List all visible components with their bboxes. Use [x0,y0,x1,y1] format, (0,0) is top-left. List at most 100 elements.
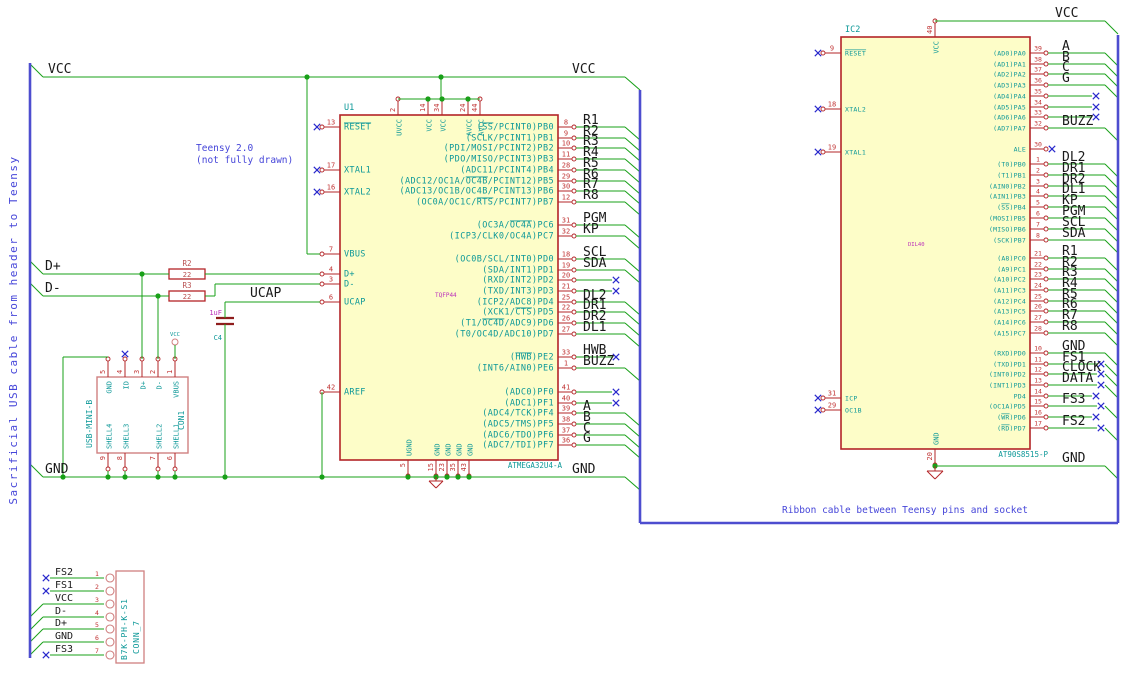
schematic-canvas: (SS/PCINT0)PB0 8 R1(SCLK/PCINT1)PB1 9 R2(PDI… [7,6,1120,664]
pin-name: (PDI/MOSI/PCINT2)PB2 [444,144,554,154]
junction-dot [319,474,325,480]
pin-name: (ICP3/CLK0/OC4A)PC7 [449,232,554,242]
pin-name: (OC1A)PD5 [989,403,1026,411]
pin-end [571,331,577,337]
pin-end [1043,350,1049,356]
pin-name: (OC0B/SCL/INT0)PD0 [455,255,554,265]
pin-name: (T0/OC4D/ADC10)PD7 [455,330,554,340]
pin-number: 32 [1034,120,1042,128]
pin-name: AVCC [466,119,474,136]
pin-name: GND [106,381,114,394]
pin-end [1043,382,1049,388]
net-label: VCC [55,593,73,604]
pin-end [1043,146,1049,152]
pin-number: 14 [1034,388,1042,396]
conn7-name: B7K-PH-K-S1 [120,598,129,660]
pin-name: (A13)PC5 [993,308,1026,316]
pin-number: 6 [166,456,174,460]
net-label: D+ [55,618,67,629]
pin-end [1043,276,1049,282]
net-label: VCC [1055,6,1078,21]
pin-name: SHELL4 [106,424,114,449]
pin-name: UGND [406,439,414,456]
pin-number: 5 [1036,199,1040,207]
pin-end [1043,361,1049,367]
pin-end [1043,266,1049,272]
pin-name: (A9)PC1 [997,266,1026,274]
conn7-pin-circle [105,624,115,634]
pin-end [571,354,577,360]
pin-number: 38 [562,416,570,424]
pin-name: (ADC0)PF0 [504,388,554,398]
net-label: DATA [1062,371,1093,386]
junction-dot [122,474,128,480]
pin-number: 27 [562,326,570,334]
pin-name: (SDA/INT1)PD1 [482,266,554,276]
resistor-ref: R3 [182,281,191,290]
pin-number: 28 [1034,325,1042,333]
ic2-part: AT90S8515-P [998,450,1048,459]
pin-end [571,167,577,173]
pin-number: 17 [327,162,335,170]
note-sacrificial-cable: Sacrificial USB cable from header to Tee… [7,155,20,504]
net-label: SDA [1062,226,1086,241]
pin-name: D+ [140,381,148,389]
pin-number: 20 [926,452,934,460]
pin-number: 23 [438,463,446,471]
junction-dot [105,474,111,480]
pin-number: 12 [562,194,570,202]
pin-number: 35 [1034,88,1042,96]
pin-end [1043,104,1049,110]
pin-name: (ADC7/TDI)PF7 [482,441,554,451]
pin-end [319,189,325,195]
net-label: R8 [583,188,599,203]
pin-name: (T1)PB1 [997,172,1026,180]
pin-end [1043,114,1049,120]
pin-number: 24 [1034,282,1042,290]
pin-name: ICP [845,395,858,403]
pin-name: (TXD)PD1 [993,361,1026,369]
pin-number: 16 [1034,409,1042,417]
pin-name: (SCK)PB7 [993,237,1026,245]
pin-end [1043,215,1049,221]
pin-end [1043,125,1049,131]
pin-name: (ICP2/ADC8)PD4 [477,298,554,308]
pin-name: (ADC11/PCINT4)PB4 [460,166,554,176]
pin-end [571,309,577,315]
pin-number: 34 [1034,99,1042,107]
pin-name: GND [456,443,464,456]
pin-name: ALE [1014,146,1026,154]
pin-number: 35 [449,463,457,471]
pin-number: 5 [95,621,99,629]
pin-end [571,233,577,239]
pin-name: (INT1)PD3 [989,382,1026,390]
pin-number: 29 [828,402,836,410]
pin-end [1043,403,1049,409]
pin-number: 31 [828,390,836,398]
pin-end [571,421,577,427]
pin-number: 31 [562,217,570,225]
net-label: FS2 [55,567,73,578]
pin-name: (ADC5/TMS)PF5 [482,420,554,430]
junction-dot [155,474,161,480]
pin-end [1043,161,1049,167]
pin-end [571,178,577,184]
pin-name: PD4 [1014,393,1026,401]
resistor-r2: R222 [168,259,206,280]
pin-number: 30 [562,183,570,191]
pin-number: 4 [1036,188,1040,196]
pin-name: (RD)PD7 [997,425,1026,433]
capacitor-c4: 1uF C4 [209,309,234,342]
pin-number: 17 [1034,420,1042,428]
pin-end [319,251,325,257]
pin-number: 1 [166,370,174,374]
pin-end [122,466,128,472]
net-label: DL1 [583,320,606,335]
net-label: VCC [48,62,71,77]
pin-name: (INT6/AIN0)PE6 [477,364,554,374]
pin-number: 44 [471,104,479,112]
pin-end [1043,393,1049,399]
junction-dot [444,474,450,480]
pin-number: 2 [95,583,99,591]
conn7-pin-circle [105,650,115,660]
